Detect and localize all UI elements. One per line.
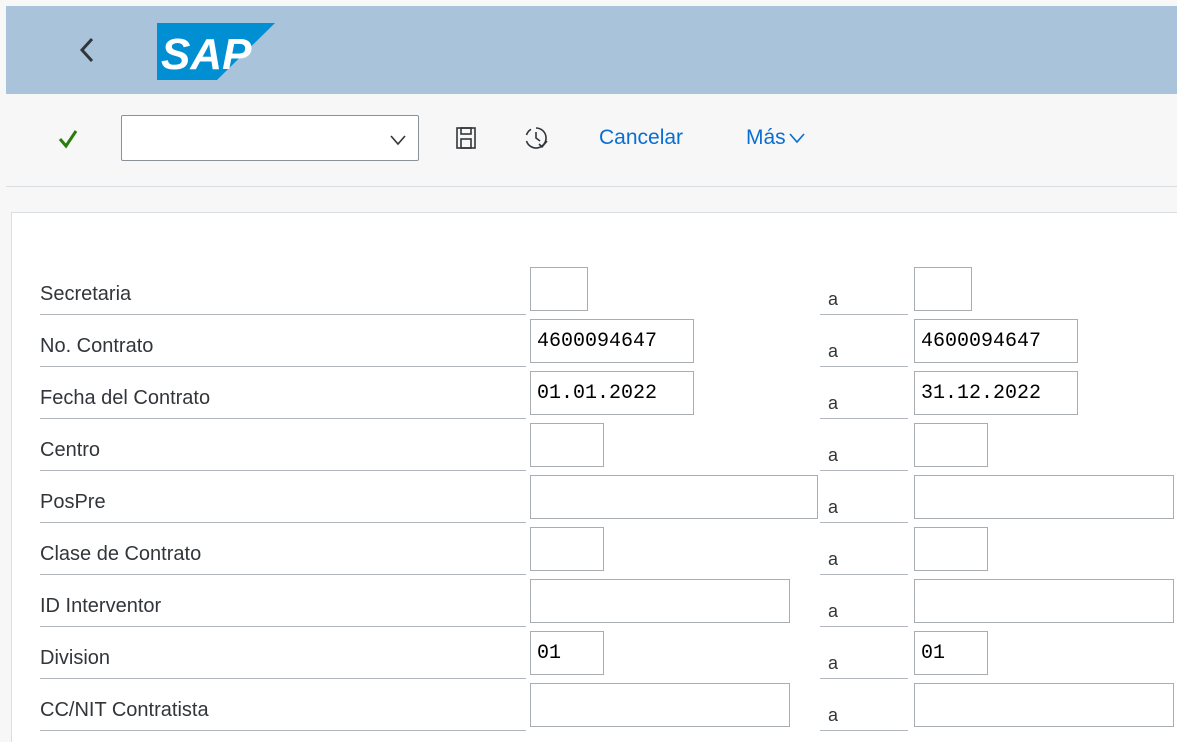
row-centro: Centro a: [12, 421, 1177, 473]
checkmark-icon: [58, 130, 78, 149]
field-label: Fecha del Contrato: [40, 385, 526, 419]
field-label: ID Interventor: [40, 593, 526, 627]
division-to-input[interactable]: [914, 631, 988, 675]
range-separator: a: [820, 489, 908, 523]
more-label: Más: [746, 126, 786, 149]
logo-text: SAP: [161, 30, 252, 79]
field-label: No. Contrato: [40, 333, 526, 367]
ccnit-from-input[interactable]: [530, 683, 790, 727]
enter-button[interactable]: [54, 125, 82, 153]
command-field[interactable]: [121, 115, 419, 161]
command-input[interactable]: [128, 122, 382, 156]
sap-logo: SAP: [157, 23, 275, 80]
ccnit-to-input[interactable]: [914, 683, 1174, 727]
range-separator: a: [820, 541, 908, 575]
more-button[interactable]: Más: [746, 126, 806, 150]
contrato-to-input[interactable]: [914, 319, 1078, 363]
interventor-from-input[interactable]: [530, 579, 790, 623]
division-from-input[interactable]: [530, 631, 604, 675]
field-label: Secretaria: [40, 281, 526, 315]
contrato-from-input[interactable]: [530, 319, 694, 363]
range-separator: a: [820, 437, 908, 471]
row-no-contrato: No. Contrato a: [12, 317, 1177, 369]
clase-to-input[interactable]: [914, 527, 988, 571]
pospre-to-input[interactable]: [914, 475, 1174, 519]
execute-button[interactable]: [522, 124, 550, 152]
back-chevron-icon: [79, 37, 94, 63]
field-label: PosPre: [40, 489, 526, 523]
row-cc-nit: CC/NIT Contratista a: [12, 681, 1177, 733]
field-label: CC/NIT Contratista: [40, 697, 526, 731]
clock-execute-icon: [525, 127, 548, 149]
fecha-to-input[interactable]: [914, 371, 1078, 415]
back-button[interactable]: [74, 32, 100, 68]
range-separator: a: [820, 333, 908, 367]
toolbar: Cancelar Más: [6, 94, 1177, 187]
save-icon: [456, 127, 476, 149]
row-division: Division a: [12, 629, 1177, 681]
range-separator: a: [820, 281, 908, 315]
fecha-from-input[interactable]: [530, 371, 694, 415]
secretaria-to-input[interactable]: [914, 267, 972, 311]
row-secretaria: Secretaria a: [12, 265, 1177, 317]
field-label: Division: [40, 645, 526, 679]
save-button[interactable]: [452, 124, 480, 152]
range-separator: a: [820, 697, 908, 731]
chevron-down-icon[interactable]: [388, 130, 408, 150]
centro-from-input[interactable]: [530, 423, 604, 467]
field-label: Clase de Contrato: [40, 541, 526, 575]
row-fecha-contrato: Fecha del Contrato a: [12, 369, 1177, 421]
range-separator: a: [820, 385, 908, 419]
row-pospre: PosPre a: [12, 473, 1177, 525]
interventor-to-input[interactable]: [914, 579, 1174, 623]
selection-screen: Secretaria a No. Contrato a Fecha del Co…: [11, 212, 1177, 742]
clase-from-input[interactable]: [530, 527, 604, 571]
chevron-down-icon: [789, 133, 805, 144]
cancel-button[interactable]: Cancelar: [599, 126, 683, 150]
range-separator: a: [820, 645, 908, 679]
field-label: Centro: [40, 437, 526, 471]
row-id-interventor: ID Interventor a: [12, 577, 1177, 629]
range-separator: a: [820, 593, 908, 627]
secretaria-from-input[interactable]: [530, 267, 588, 311]
centro-to-input[interactable]: [914, 423, 988, 467]
row-clase-contrato: Clase de Contrato a: [12, 525, 1177, 577]
shell-bar: SAP: [6, 6, 1177, 94]
pospre-from-input[interactable]: [530, 475, 818, 519]
